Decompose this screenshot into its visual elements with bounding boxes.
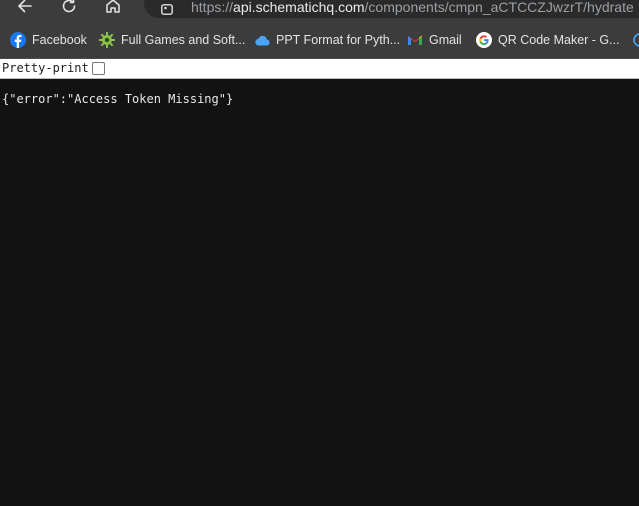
gmail-icon — [407, 32, 423, 48]
bookmark-full-games[interactable]: Full Games and Soft... — [99, 22, 245, 58]
globe-icon — [630, 32, 639, 48]
facebook-icon — [10, 32, 26, 48]
page-content: Pretty-print {"error":"Access Token Miss… — [0, 59, 639, 506]
bookmark-gmail[interactable]: Gmail — [407, 22, 462, 58]
home-icon — [106, 0, 120, 13]
json-response: {"error":"Access Token Missing"} — [2, 92, 234, 106]
back-button[interactable] — [12, 0, 38, 18]
reload-button[interactable] — [56, 0, 82, 18]
pretty-print-bar: Pretty-print — [0, 59, 639, 79]
bookmark-label: QR Code Maker - G... — [498, 33, 620, 47]
browser-window: https://api.schematichq.com/components/c… — [0, 0, 639, 506]
home-button[interactable] — [100, 0, 126, 18]
pretty-print-label: Pretty-print — [2, 61, 89, 75]
address-bar[interactable]: https://api.schematichq.com/components/c… — [144, 0, 639, 18]
bookmark-label: PPT Format for Pyth... — [276, 33, 401, 47]
bookmarks-bar: Facebook Full Games and Soft... PPT Form… — [0, 22, 639, 59]
url-scheme: https:// — [191, 0, 234, 15]
arrow-left-icon — [18, 0, 32, 13]
gear-icon — [99, 32, 115, 48]
bookmark-overflow[interactable] — [630, 22, 639, 58]
bookmark-label: Facebook — [32, 33, 87, 47]
bookmark-qr-code-maker[interactable]: QR Code Maker - G... — [476, 22, 620, 58]
reload-icon — [62, 0, 76, 13]
bookmark-facebook[interactable]: Facebook — [10, 22, 87, 58]
pretty-print-checkbox[interactable] — [92, 62, 105, 75]
google-icon — [476, 32, 492, 48]
bookmark-label: Gmail — [429, 33, 462, 47]
bookmark-ppt-format[interactable]: PPT Format for Pyth... — [254, 22, 400, 58]
cloud-icon — [254, 32, 270, 48]
tune-icon[interactable] — [161, 0, 173, 15]
bookmark-label: Full Games and Soft... — [121, 33, 246, 47]
url-path: /components/cmpn_aCTCCZJwzrT/hydrate — [364, 0, 634, 15]
browser-toolbar: https://api.schematichq.com/components/c… — [0, 0, 639, 22]
url-text[interactable]: https://api.schematichq.com/components/c… — [191, 0, 634, 14]
url-host: api.schematichq.com — [233, 0, 365, 15]
